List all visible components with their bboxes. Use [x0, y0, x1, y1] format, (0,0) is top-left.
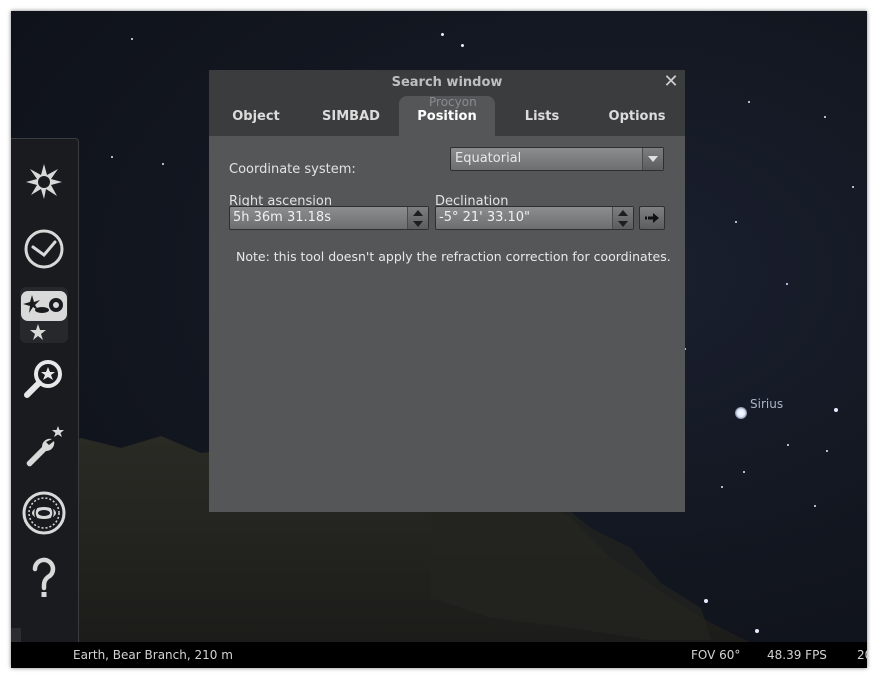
declination-stepper [612, 207, 633, 229]
location-globe-icon [22, 491, 66, 535]
help-button[interactable] [20, 555, 68, 603]
coordinate-system-select[interactable]: Equatorial [450, 147, 664, 171]
arrow-right-icon [645, 213, 659, 223]
star [441, 33, 444, 36]
close-icon[interactable]: ✕ [662, 71, 680, 93]
tab-options[interactable]: Options [589, 96, 685, 136]
search-magnifier-icon [24, 360, 62, 398]
date-time-clock-icon [24, 229, 64, 269]
sky-culture-deep-sky-icon [21, 291, 67, 340]
help-question-icon [32, 557, 56, 597]
coordinate-system-label: Coordinate system: [229, 162, 356, 177]
star [748, 101, 750, 103]
fps-text: 48.39 FPS [767, 648, 827, 662]
sky-and-viewing-options-icon [26, 164, 62, 199]
right-ascension-input[interactable]: 5h 36m 31.18s [229, 206, 429, 230]
star [131, 38, 133, 40]
fov-text: FOV 60° [691, 648, 741, 662]
stellarium-window: Sirius Earth, Bear Branch, 210 m FOV 60°… [11, 11, 867, 668]
stepper-up-icon[interactable] [613, 207, 633, 218]
date-text[interactable]: 20 [857, 648, 867, 662]
tab-lists[interactable]: Lists [495, 96, 589, 136]
star [111, 156, 113, 158]
goto-position-button[interactable] [639, 206, 665, 230]
stepper-up-icon[interactable] [408, 207, 428, 218]
status-bar: Earth, Bear Branch, 210 m FOV 60° 48.39 … [11, 642, 867, 668]
location-button[interactable] [20, 489, 68, 537]
search-window: Search window ✕ Object SIMBAD Position L… [209, 70, 685, 512]
star [824, 116, 826, 118]
search-button[interactable] [20, 355, 68, 403]
location-text[interactable]: Earth, Bear Branch, 210 m [73, 648, 233, 662]
stepper-down-icon[interactable] [408, 218, 428, 229]
star [735, 221, 737, 223]
left-toolbar [11, 138, 79, 645]
sky-options-button[interactable] [20, 157, 68, 205]
date-time-button[interactable] [20, 225, 68, 273]
coordinate-system-value: Equatorial [455, 151, 522, 166]
stepper-down-icon[interactable] [613, 218, 633, 229]
dialog-title[interactable]: Search window [209, 70, 685, 96]
declination-input[interactable]: -5° 21' 33.10" [435, 206, 634, 230]
star [786, 283, 788, 285]
right-ascension-stepper [407, 207, 428, 229]
refraction-note: Note: this tool doesn't apply the refrac… [236, 249, 671, 264]
tab-simbad[interactable]: SIMBAD [303, 96, 399, 136]
star [162, 163, 164, 165]
star [461, 44, 464, 47]
right-ascension-value: 5h 36m 31.18s [233, 210, 331, 225]
configuration-button[interactable] [20, 423, 68, 471]
declination-value: -5° 21' 33.10" [439, 210, 531, 225]
chevron-down-icon[interactable] [642, 148, 663, 170]
configuration-wrench-icon [26, 426, 64, 467]
tab-object[interactable]: Object [209, 96, 303, 136]
star [852, 186, 854, 188]
sky-culture-button[interactable] [20, 287, 68, 343]
procyon-label-behind: Procyon [429, 95, 477, 109]
